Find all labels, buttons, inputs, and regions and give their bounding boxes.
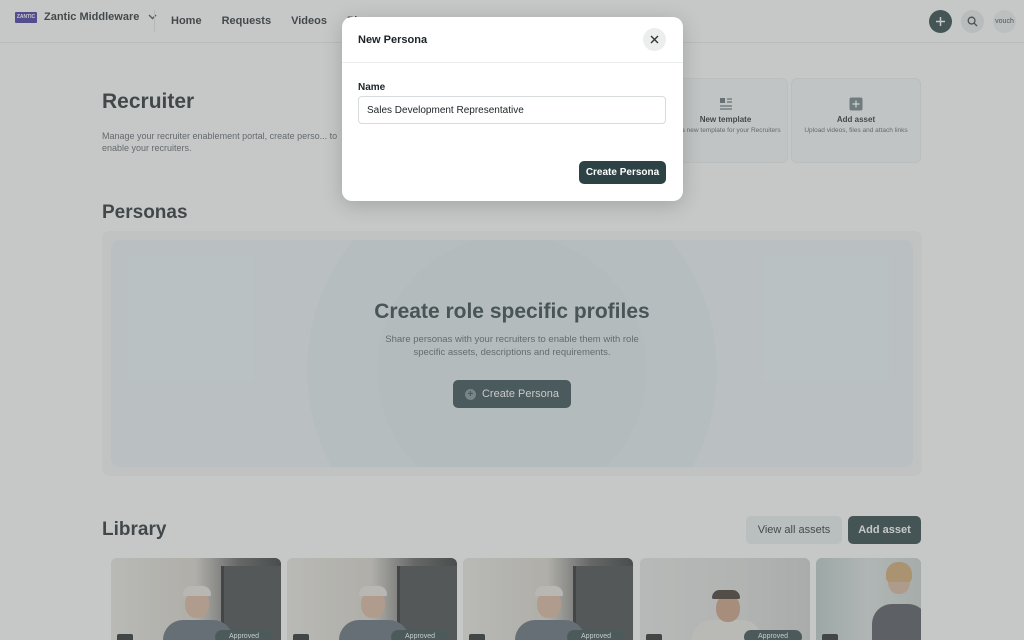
dialog-title: New Persona (358, 34, 428, 46)
name-field[interactable] (358, 96, 666, 124)
close-button[interactable] (643, 28, 666, 51)
close-icon (650, 35, 659, 44)
create-persona-submit-button[interactable]: Create Persona (579, 161, 666, 184)
new-persona-dialog: New Persona Name Create Persona (342, 17, 683, 201)
dialog-header: New Persona (342, 17, 683, 63)
name-field-label: Name (358, 82, 386, 93)
